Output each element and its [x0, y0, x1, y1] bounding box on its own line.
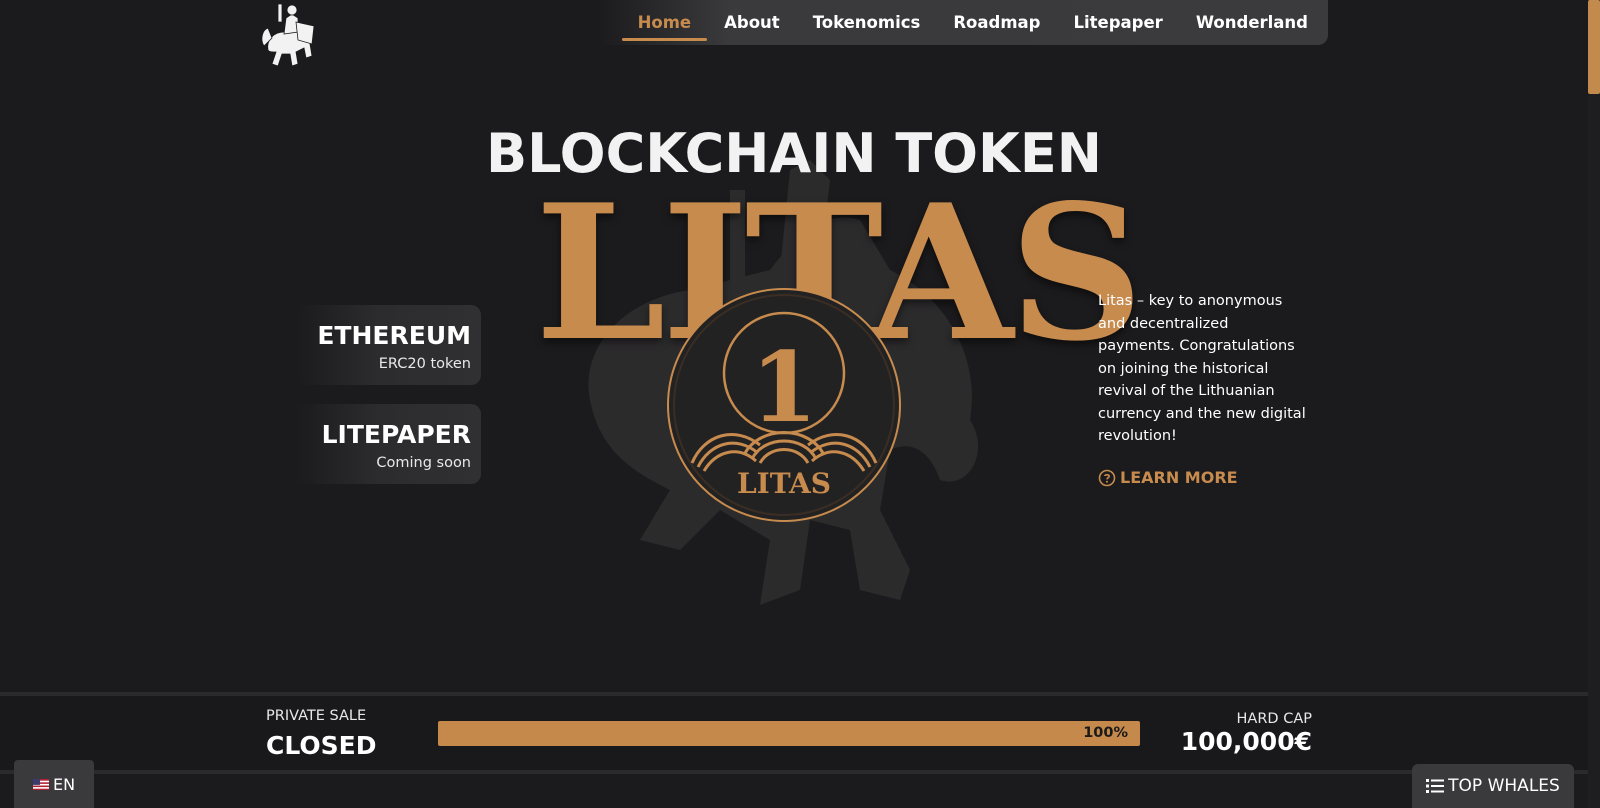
- us-flag-icon: [32, 778, 49, 790]
- card-subtitle: Coming soon: [376, 455, 471, 471]
- language-switcher[interactable]: EN: [14, 760, 94, 808]
- nav-item-tokenomics[interactable]: Tokenomics: [813, 0, 921, 45]
- coin-number: 1: [751, 331, 818, 444]
- main-nav: Home About Tokenomics Roadmap Litepaper …: [598, 0, 1328, 45]
- list-icon: [1426, 779, 1445, 793]
- hard-cap-label: HARD CAP: [1236, 711, 1312, 727]
- learn-more-label: LEARN MORE: [1120, 468, 1238, 487]
- card-title: ETHEREUM: [317, 321, 471, 350]
- coin-label: LITAS: [737, 467, 831, 500]
- knight-logo-icon[interactable]: [256, 0, 326, 70]
- sale-status: CLOSED: [266, 731, 377, 760]
- card-litepaper[interactable]: LITEPAPER Coming soon: [296, 404, 481, 484]
- question-circle-icon: [1098, 469, 1116, 486]
- nav-item-about[interactable]: About: [724, 0, 780, 45]
- nav-item-roadmap[interactable]: Roadmap: [953, 0, 1040, 45]
- top-whales-button[interactable]: TOP WHALES: [1412, 764, 1574, 808]
- nav-item-litepaper[interactable]: Litepaper: [1073, 0, 1162, 45]
- card-title: LITEPAPER: [321, 420, 471, 449]
- progress-text: 100%: [1083, 725, 1128, 741]
- hard-cap-value: 100,000€: [1180, 727, 1312, 756]
- card-subtitle: ERC20 token: [378, 356, 471, 372]
- top-whales-label: TOP WHALES: [1448, 776, 1560, 796]
- language-code: EN: [52, 774, 76, 794]
- litas-coin-icon: 1 LITAS: [667, 288, 901, 522]
- scrollbar-thumb[interactable]: [1588, 0, 1600, 94]
- scrollbar-track[interactable]: [1588, 0, 1600, 808]
- progress-fill: [438, 721, 1140, 746]
- nav-item-home[interactable]: Home: [621, 0, 707, 45]
- hero-description: Litas – key to anonymous and decentraliz…: [1098, 293, 1306, 444]
- learn-more-link[interactable]: LEARN MORE: [1098, 468, 1238, 487]
- sale-label: PRIVATE SALE: [266, 708, 367, 724]
- sale-progress-bar: 100%: [438, 721, 1140, 746]
- card-ethereum[interactable]: ETHEREUM ERC20 token: [296, 305, 481, 385]
- nav-item-wonderland[interactable]: Wonderland: [1196, 0, 1308, 45]
